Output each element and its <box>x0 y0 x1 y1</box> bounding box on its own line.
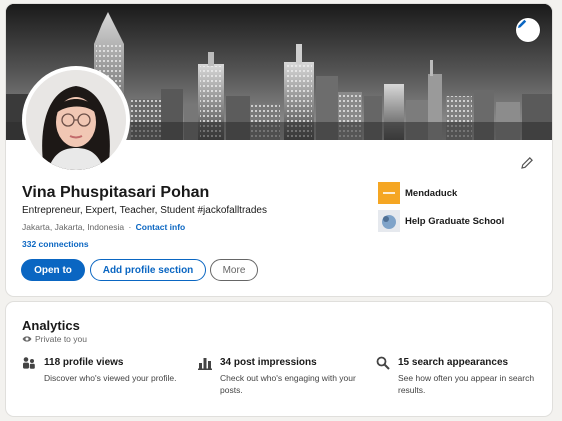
more-button[interactable]: More <box>210 259 258 281</box>
pencil-icon <box>521 157 533 169</box>
analytics-card: Analytics Private to you 118 profile vie… <box>6 302 552 416</box>
bar-chart-icon <box>198 358 212 370</box>
analytics-item-description: See how often you appear in search resul… <box>398 373 535 395</box>
connections-link[interactable]: 332 connections <box>22 239 89 249</box>
analytics-item-title: 15 search appearances <box>398 357 509 368</box>
eye-icon <box>22 336 32 342</box>
open-to-button[interactable]: Open to <box>21 259 85 281</box>
organization-name: Mendaduck <box>405 187 458 199</box>
help-graduate-school-logo <box>378 210 400 232</box>
analytics-item-title: 34 post impressions <box>220 357 317 368</box>
people-icon <box>23 357 35 369</box>
privacy-note: Private to you <box>22 334 87 344</box>
add-profile-section-button[interactable]: Add profile section <box>90 259 206 281</box>
profile-photo <box>26 70 126 170</box>
analytics-title: Analytics <box>22 318 80 333</box>
edit-cover-button[interactable] <box>516 18 540 42</box>
avatar[interactable] <box>22 66 130 174</box>
profile-card: Vina Phuspitasari Pohan Entrepreneur, Ex… <box>6 4 552 296</box>
mendaduck-logo <box>378 182 400 204</box>
separator-dot: · <box>128 222 132 232</box>
organization-mendaduck[interactable]: Mendaduck <box>378 182 457 204</box>
analytics-item-description: Check out who's engaging with your posts… <box>220 373 356 395</box>
analytics-item-description: Discover who's viewed your profile. <box>44 373 177 383</box>
analytics-item-title: 118 profile views <box>44 357 124 368</box>
organization-name: Help Graduate School <box>405 215 505 227</box>
edit-intro-button[interactable] <box>518 154 536 172</box>
pencil-icon <box>518 19 527 28</box>
contact-info-link[interactable]: Contact info <box>136 222 186 232</box>
privacy-text: Private to you <box>35 334 87 344</box>
location-line: Jakarta, Jakarta, Indonesia · Contact in… <box>22 222 185 232</box>
profile-name: Vina Phuspitasari Pohan <box>22 184 210 201</box>
search-icon <box>376 356 390 370</box>
profile-headline: Entrepreneur, Expert, Teacher, Student #… <box>22 205 267 216</box>
location-text: Jakarta, Jakarta, Indonesia <box>22 222 125 232</box>
organization-help-graduate-school[interactable]: Help Graduate School <box>378 210 504 232</box>
